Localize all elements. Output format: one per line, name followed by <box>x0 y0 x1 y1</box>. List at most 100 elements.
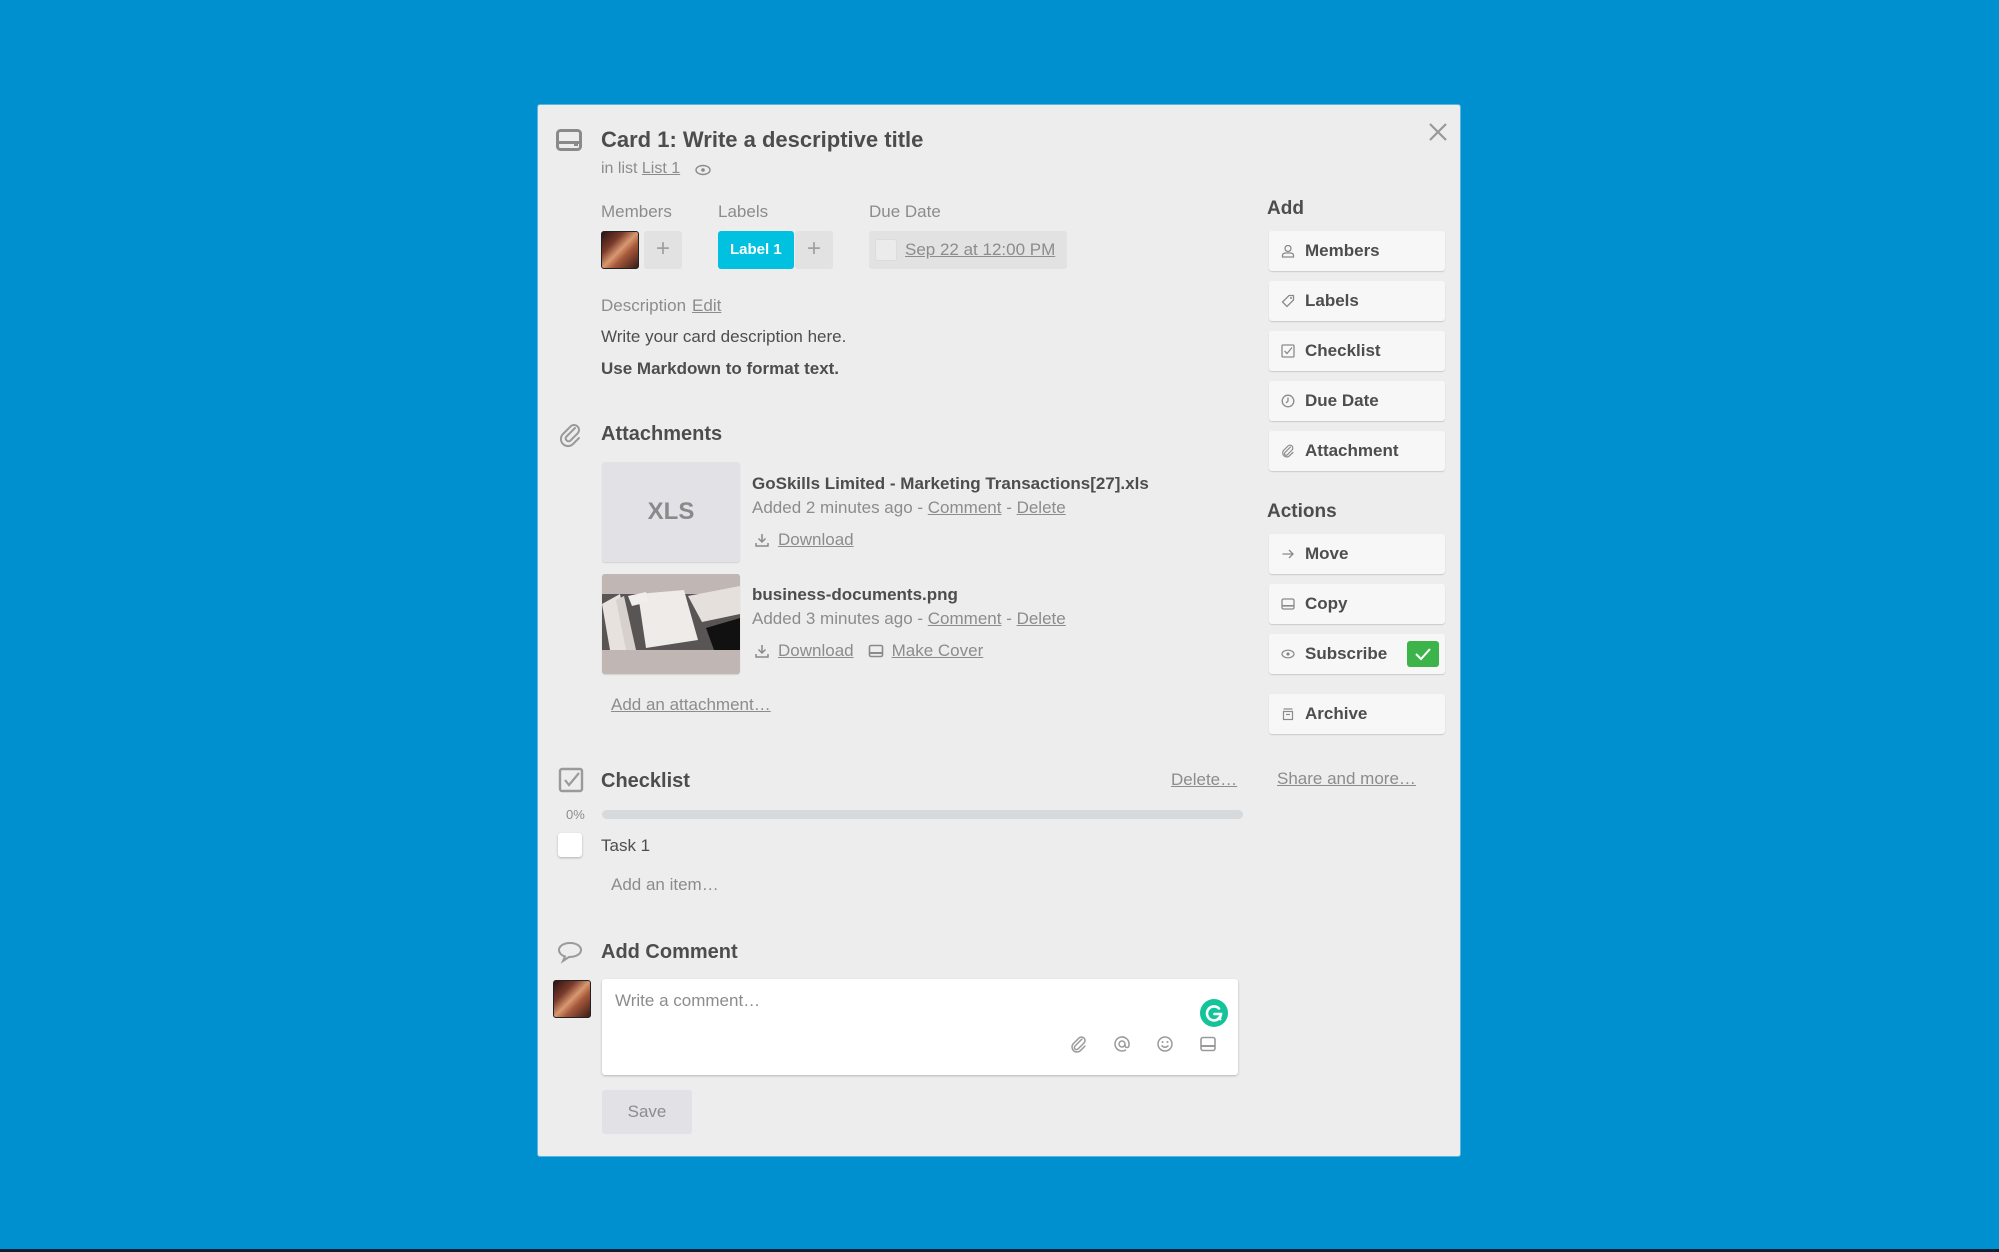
edit-description-link[interactable]: Edit <box>692 296 721 315</box>
copy-button[interactable]: Copy <box>1269 584 1445 624</box>
clock-icon <box>1281 394 1295 408</box>
attachment-comment-link[interactable]: Comment <box>928 609 1002 628</box>
attachment-name[interactable]: business-documents.png <box>752 585 958 605</box>
attachments-title: Attachments <box>601 423 723 445</box>
subscribe-button[interactable]: Subscribe <box>1269 634 1445 674</box>
card-icon[interactable] <box>1199 1035 1217 1053</box>
add-attachment-link[interactable]: Add an attachment… <box>611 695 771 715</box>
checklist-icon <box>558 767 584 793</box>
add-checklist-button[interactable]: Checklist <box>1269 331 1445 371</box>
emoji-icon[interactable] <box>1156 1035 1174 1053</box>
due-date-value[interactable]: Sep 22 at 12:00 PM <box>905 240 1055 260</box>
attachment-comment-link[interactable]: Comment <box>928 498 1002 517</box>
paperclip-icon <box>558 422 584 448</box>
description-text: Write your card description here. <box>601 327 847 346</box>
card-icon <box>556 129 582 151</box>
attachment-actions: Download Make Cover <box>754 641 983 661</box>
add-attachment-button[interactable]: Attachment <box>1269 431 1445 471</box>
business-documents-preview <box>602 574 740 674</box>
download-icon <box>754 643 770 659</box>
delete-checklist-link[interactable]: Delete… <box>1171 770 1237 790</box>
in-list-prefix: in list <box>601 160 638 177</box>
tag-icon <box>1281 294 1295 308</box>
archive-icon <box>1281 707 1295 721</box>
eye-icon <box>694 163 711 175</box>
comment-input[interactable]: Write a comment… <box>602 979 1238 1075</box>
due-date-label: Due Date <box>869 202 941 221</box>
add-labels-button[interactable]: Labels <box>1269 281 1445 321</box>
label-chip[interactable]: Label 1 <box>718 231 794 269</box>
close-icon <box>1429 123 1447 141</box>
button-label: Members <box>1305 241 1380 260</box>
members-label: Members <box>601 202 672 221</box>
arrow-right-icon <box>1281 547 1295 561</box>
person-icon <box>1281 244 1295 258</box>
attachment-actions: Download <box>754 530 854 550</box>
attachment-thumbnail-image[interactable] <box>602 574 740 674</box>
grammarly-icon[interactable] <box>1200 999 1228 1027</box>
description-heading: Description Edit <box>601 296 721 316</box>
attachment-delete-link[interactable]: Delete <box>1017 498 1066 517</box>
download-link[interactable]: Download <box>778 530 854 550</box>
card-icon <box>868 643 884 659</box>
labels-label: Labels <box>718 202 769 221</box>
add-label-button[interactable]: + <box>795 231 833 269</box>
add-checklist-item[interactable]: Add an item… <box>611 875 719 895</box>
description-text-bold: Use Markdown to format text. <box>601 359 840 378</box>
attachment-meta: Added 2 minutes ago - Comment - Delete <box>752 498 1066 518</box>
download-icon <box>754 532 770 548</box>
close-button[interactable] <box>1423 117 1453 147</box>
comment-icon <box>557 939 583 965</box>
button-label: Due Date <box>1305 391 1379 410</box>
button-label: Archive <box>1305 704 1368 723</box>
checklist-progress-percent: 0% <box>566 807 585 822</box>
move-button[interactable]: Move <box>1269 534 1445 574</box>
mention-icon[interactable] <box>1113 1035 1131 1053</box>
paperclip-icon <box>1281 444 1295 458</box>
archive-button[interactable]: Archive <box>1269 694 1445 734</box>
card-icon <box>1281 597 1295 611</box>
separator: - <box>1001 498 1017 517</box>
button-label: Checklist <box>1305 341 1381 360</box>
in-list-text: in list List 1 <box>601 160 711 178</box>
attachment-meta: Added 3 minutes ago - Comment - Delete <box>752 609 1066 629</box>
subscribed-check-icon <box>1407 641 1439 667</box>
checklist-title[interactable]: Checklist <box>601 770 690 793</box>
list-link[interactable]: List 1 <box>642 160 680 177</box>
attachment-icon[interactable] <box>1070 1035 1088 1053</box>
add-member-button[interactable]: + <box>644 231 682 269</box>
share-and-more-link[interactable]: Share and more… <box>1277 769 1416 789</box>
current-user-avatar <box>553 980 591 1018</box>
checklist-progress-bar <box>602 810 1243 819</box>
member-avatar[interactable] <box>601 231 639 269</box>
separator: - <box>1001 609 1017 628</box>
button-label: Labels <box>1305 291 1359 310</box>
button-label: Move <box>1305 544 1349 563</box>
make-cover-link[interactable]: Make Cover <box>892 641 984 661</box>
add-heading: Add <box>1267 198 1304 219</box>
due-date-badge[interactable]: Sep 22 at 12:00 PM <box>869 231 1067 269</box>
due-complete-checkbox[interactable] <box>875 239 897 261</box>
attachment-name[interactable]: GoSkills Limited - Marketing Transaction… <box>752 474 1149 494</box>
checklist-item-checkbox[interactable] <box>558 833 582 857</box>
actions-heading: Actions <box>1267 501 1337 522</box>
attachment-added: Added 3 minutes ago - <box>752 609 928 628</box>
add-members-button[interactable]: Members <box>1269 231 1445 271</box>
add-comment-title: Add Comment <box>601 941 738 963</box>
eye-icon <box>1281 647 1295 661</box>
save-comment-button[interactable]: Save <box>602 1090 692 1134</box>
button-label: Subscribe <box>1305 644 1388 663</box>
description-label: Description <box>601 296 687 315</box>
card-detail-modal: Card 1: Write a descriptive title in lis… <box>538 105 1460 1156</box>
button-label: Attachment <box>1305 441 1399 460</box>
attachment-delete-link[interactable]: Delete <box>1017 609 1066 628</box>
button-label: Copy <box>1305 594 1348 613</box>
download-link[interactable]: Download <box>778 641 854 661</box>
attachment-thumbnail-xls[interactable]: XLS <box>602 462 740 562</box>
add-due-date-button[interactable]: Due Date <box>1269 381 1445 421</box>
card-title[interactable]: Card 1: Write a descriptive title <box>601 127 923 153</box>
checklist-item-text[interactable]: Task 1 <box>601 836 650 856</box>
comment-placeholder[interactable]: Write a comment… <box>615 991 760 1011</box>
attachment-added: Added 2 minutes ago - <box>752 498 928 517</box>
checklist-icon <box>1281 344 1295 358</box>
